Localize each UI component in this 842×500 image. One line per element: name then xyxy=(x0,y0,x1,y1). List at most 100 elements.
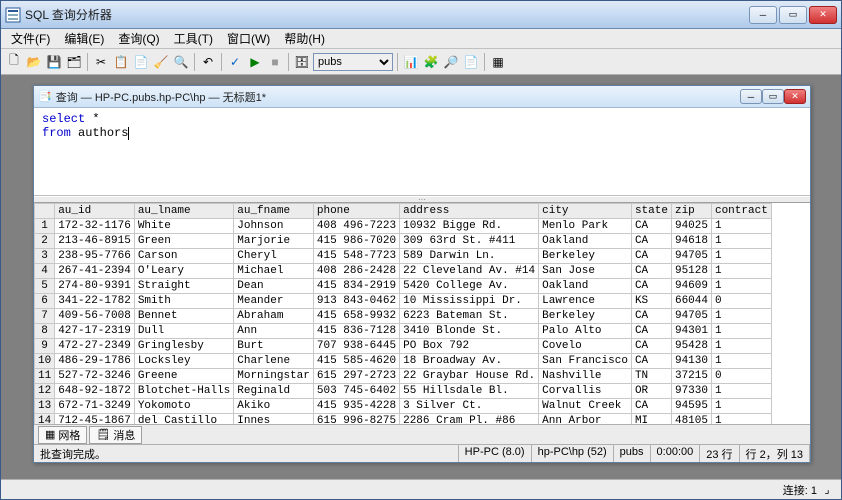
cell[interactable]: 415 836-7128 xyxy=(313,324,399,339)
titlebar[interactable]: SQL 查询分析器 ─ ▭ ✕ xyxy=(1,1,841,29)
cell[interactable]: 94301 xyxy=(671,324,711,339)
copy-icon[interactable]: 📋 xyxy=(112,53,130,71)
database-select[interactable]: pubs xyxy=(313,53,393,71)
cell[interactable]: 707 938-6445 xyxy=(313,339,399,354)
cell[interactable]: 1 xyxy=(711,414,771,425)
cell[interactable]: Covelo xyxy=(539,339,632,354)
cell[interactable]: Carson xyxy=(134,249,233,264)
inner-minimize-button[interactable]: ─ xyxy=(740,89,762,104)
query-window-titlebar[interactable]: 📑 查询 — HP-PC.pubs.hp-PC\hp — 无标题1* ─ ▭ ✕ xyxy=(34,86,810,108)
cell[interactable]: 1 xyxy=(711,339,771,354)
cell[interactable]: 48105 xyxy=(671,414,711,425)
row-number[interactable]: 9 xyxy=(35,339,55,354)
cell[interactable]: 913 843-0462 xyxy=(313,294,399,309)
cell[interactable]: 267-41-2394 xyxy=(55,264,135,279)
cell[interactable]: KS xyxy=(631,294,671,309)
cell[interactable]: 415 935-4228 xyxy=(313,399,399,414)
cell[interactable]: 94025 xyxy=(671,219,711,234)
menu-window[interactable]: 窗口(W) xyxy=(221,29,276,48)
cell[interactable]: O'Leary xyxy=(134,264,233,279)
cell[interactable]: 94595 xyxy=(671,399,711,414)
row-number[interactable]: 10 xyxy=(35,354,55,369)
cell[interactable]: 0 xyxy=(711,369,771,384)
cell[interactable]: Oakland xyxy=(539,234,632,249)
cell[interactable]: 94130 xyxy=(671,354,711,369)
tab-messages[interactable]: 🗒消息 xyxy=(89,426,142,444)
table-row[interactable]: 3238-95-7766CarsonCheryl415 548-7723589 … xyxy=(35,249,772,264)
table-row[interactable]: 10486-29-1786LocksleyCharlene415 585-462… xyxy=(35,354,772,369)
cell[interactable]: 94705 xyxy=(671,309,711,324)
cell[interactable]: Gringlesby xyxy=(134,339,233,354)
cell[interactable]: Oakland xyxy=(539,279,632,294)
cell[interactable]: PO Box 792 xyxy=(400,339,539,354)
cell[interactable]: 97330 xyxy=(671,384,711,399)
cell[interactable]: CA xyxy=(631,399,671,414)
row-number[interactable]: 8 xyxy=(35,324,55,339)
cell[interactable]: 94609 xyxy=(671,279,711,294)
cell[interactable]: Morningstar xyxy=(234,369,314,384)
splitter[interactable]: ⋯ xyxy=(34,196,810,203)
save-icon[interactable]: 💾 xyxy=(45,53,63,71)
cell[interactable]: del Castillo xyxy=(134,414,233,425)
resize-grip-icon[interactable]: ⌟ xyxy=(817,483,837,496)
cell[interactable]: 503 745-6402 xyxy=(313,384,399,399)
table-row[interactable]: 2213-46-8915GreenMarjorie415 986-7020309… xyxy=(35,234,772,249)
cell[interactable]: 712-45-1867 xyxy=(55,414,135,425)
cell[interactable]: 2286 Cram Pl. #86 xyxy=(400,414,539,425)
cell[interactable]: 427-17-2319 xyxy=(55,324,135,339)
cell[interactable]: 415 585-4620 xyxy=(313,354,399,369)
column-header[interactable]: phone xyxy=(313,204,399,219)
cell[interactable]: 615 996-8275 xyxy=(313,414,399,425)
cell[interactable]: Cheryl xyxy=(234,249,314,264)
cell[interactable]: 1 xyxy=(711,219,771,234)
cell[interactable]: TN xyxy=(631,369,671,384)
column-header[interactable]: contract xyxy=(711,204,771,219)
cell[interactable]: Greene xyxy=(134,369,233,384)
cell[interactable]: CA xyxy=(631,354,671,369)
cell[interactable]: 3410 Blonde St. xyxy=(400,324,539,339)
stop-icon[interactable]: ■ xyxy=(266,53,284,71)
cell[interactable]: Abraham xyxy=(234,309,314,324)
row-number[interactable]: 1 xyxy=(35,219,55,234)
cell[interactable]: 472-27-2349 xyxy=(55,339,135,354)
plan-icon[interactable]: 📊 xyxy=(402,53,420,71)
cell[interactable]: 415 986-7020 xyxy=(313,234,399,249)
results-to-grid-icon[interactable]: ▦ xyxy=(489,53,507,71)
cell[interactable]: 55 Hillsdale Bl. xyxy=(400,384,539,399)
cell[interactable]: 486-29-1786 xyxy=(55,354,135,369)
cell[interactable]: 341-22-1782 xyxy=(55,294,135,309)
find-icon[interactable]: 🔍 xyxy=(172,53,190,71)
menu-file[interactable]: 文件(F) xyxy=(5,29,56,48)
cell[interactable]: 409-56-7008 xyxy=(55,309,135,324)
menu-help[interactable]: 帮助(H) xyxy=(278,29,331,48)
table-row[interactable]: 11527-72-3246GreeneMorningstar615 297-27… xyxy=(35,369,772,384)
row-number[interactable]: 6 xyxy=(35,294,55,309)
cell[interactable]: Lawrence xyxy=(539,294,632,309)
cell[interactable]: 37215 xyxy=(671,369,711,384)
cell[interactable]: 66044 xyxy=(671,294,711,309)
cell[interactable]: Walnut Creek xyxy=(539,399,632,414)
cell[interactable]: San Francisco xyxy=(539,354,632,369)
cell[interactable]: 213-46-8915 xyxy=(55,234,135,249)
table-row[interactable]: 1172-32-1176WhiteJohnson408 496-72231093… xyxy=(35,219,772,234)
cell[interactable]: Palo Alto xyxy=(539,324,632,339)
cell[interactable]: Ann xyxy=(234,324,314,339)
column-header[interactable]: au_lname xyxy=(134,204,233,219)
cell[interactable]: CA xyxy=(631,264,671,279)
cell[interactable]: CA xyxy=(631,324,671,339)
cell[interactable]: 527-72-3246 xyxy=(55,369,135,384)
cell[interactable]: Locksley xyxy=(134,354,233,369)
cell[interactable]: 238-95-7766 xyxy=(55,249,135,264)
row-number[interactable]: 13 xyxy=(35,399,55,414)
cell[interactable]: 0 xyxy=(711,294,771,309)
cell[interactable]: Corvallis xyxy=(539,384,632,399)
cell[interactable]: 1 xyxy=(711,324,771,339)
cell[interactable]: 589 Darwin Ln. xyxy=(400,249,539,264)
template-icon[interactable]: 🗂 xyxy=(65,53,83,71)
inner-close-button[interactable]: ✕ xyxy=(784,89,806,104)
cell[interactable]: CA xyxy=(631,219,671,234)
row-number[interactable]: 7 xyxy=(35,309,55,324)
cell[interactable]: 415 658-9932 xyxy=(313,309,399,324)
cell[interactable]: 648-92-1872 xyxy=(55,384,135,399)
cell[interactable]: Meander xyxy=(234,294,314,309)
